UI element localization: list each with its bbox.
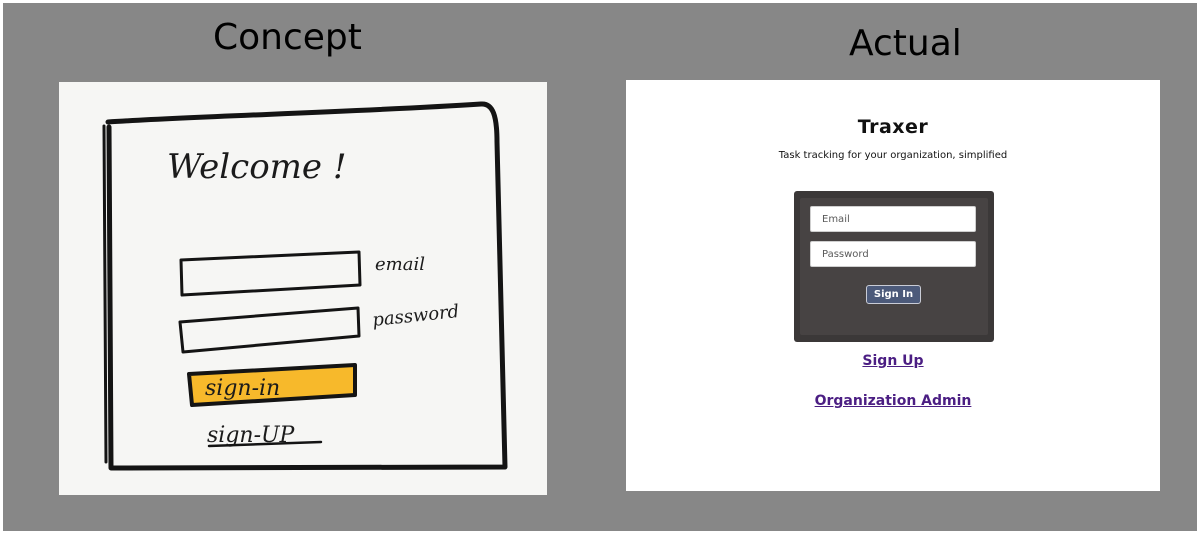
concept-sketch: Welcome ! email password sign-in sign-UP	[59, 82, 547, 495]
concept-heading: Concept	[213, 17, 362, 58]
login-card: Sign In	[794, 191, 994, 342]
actual-heading: Actual	[849, 23, 962, 64]
app-title: Traxer	[857, 116, 929, 138]
password-field[interactable]	[810, 241, 976, 267]
sketch-password-box	[178, 306, 361, 354]
sketch-password-label: password	[371, 301, 460, 331]
sign-in-button[interactable]: Sign In	[866, 285, 921, 304]
organization-admin-link[interactable]: Organization Admin	[626, 393, 1160, 409]
actual-screen: Traxer Task tracking for your organizati…	[626, 80, 1160, 491]
sign-up-link[interactable]: Sign Up	[626, 353, 1160, 369]
sketch-signin-label: sign-in	[205, 376, 280, 401]
email-field[interactable]	[810, 206, 976, 232]
sketch-drawing: Welcome ! email password sign-in sign-UP	[102, 101, 508, 471]
sketch-email-label: email	[375, 254, 425, 275]
login-form: Sign In	[800, 198, 988, 335]
sketch-email-box	[179, 250, 362, 297]
sketch-welcome: Welcome !	[167, 147, 347, 187]
app-tagline: Task tracking for your organization, sim…	[778, 150, 1008, 161]
